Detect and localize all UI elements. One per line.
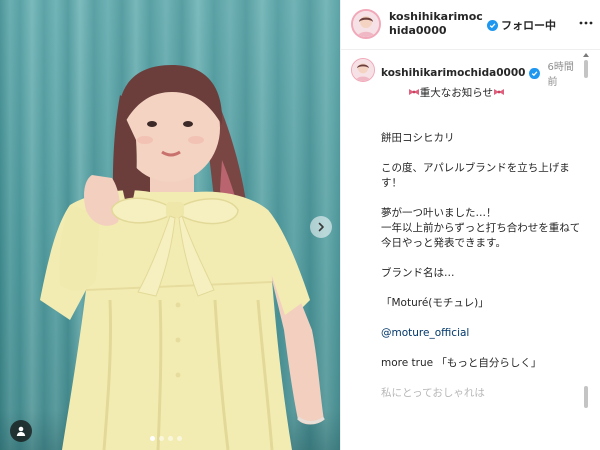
ribbon-emoji-icon xyxy=(494,89,504,95)
user-tag-button[interactable] xyxy=(10,420,32,442)
verified-badge-icon xyxy=(487,19,498,31)
caption-line: 「Moturé(モチュレ)」 xyxy=(381,297,489,309)
carousel-dot xyxy=(168,436,173,441)
caption-headline: 重大なお知らせ xyxy=(419,87,493,99)
carousel-dots xyxy=(150,436,182,441)
scroll-thumb[interactable] xyxy=(584,60,588,78)
caption-line: 私にとっておしゃれは xyxy=(381,387,485,399)
avatar[interactable] xyxy=(351,9,381,39)
post-photo[interactable] xyxy=(0,0,340,450)
caption-line: more true 「もっと自分らしく」 xyxy=(381,357,542,369)
header-username[interactable]: koshihikarimochida0000 xyxy=(389,10,483,38)
carousel-dot xyxy=(150,436,155,441)
scroll-thumb[interactable] xyxy=(584,386,588,408)
avatar-image xyxy=(353,11,379,37)
caption-line: ブランド名は… xyxy=(381,267,455,279)
carousel-dot xyxy=(159,436,164,441)
more-horizontal-icon[interactable] xyxy=(579,16,593,34)
post-sidebar: koshihikarimochida0000 フォロー中 koshihikari… xyxy=(340,0,600,450)
carousel-dot xyxy=(177,436,182,441)
follow-button[interactable]: フォロー中 xyxy=(501,17,556,33)
caption-scrollbar[interactable] xyxy=(582,53,590,446)
caption-line: この度、アパレルブランドを立ち上げます！ xyxy=(381,162,570,189)
brand-mention-link[interactable]: @moture_official xyxy=(381,326,583,341)
caption-avatar[interactable] xyxy=(351,58,375,82)
ribbon-emoji-icon xyxy=(408,89,419,95)
caption-name: 餅田コシヒカリ xyxy=(381,132,455,144)
chevron-right-icon xyxy=(318,222,324,232)
scroll-up-arrow-icon[interactable] xyxy=(582,52,590,58)
caption-text: 重大なお知らせ 餅田コシヒカリ この度、アパレルブランドを立ち上げます！ 夢が一… xyxy=(381,71,583,401)
follow-status[interactable]: フォロー中 xyxy=(487,17,556,33)
caption-line: 夢が一つ叶いました…！ 一年以上前からずっと打ち合わせを重ねて 今日やっと発表で… xyxy=(381,207,581,249)
avatar-image xyxy=(352,59,374,81)
post-caption-area: koshihikarimochida0000 6時間前 重大なお知らせ 餅田コシ… xyxy=(341,50,585,450)
caption-headline-row: 重大なお知らせ xyxy=(381,71,583,116)
post-header: koshihikarimochida0000 フォロー中 xyxy=(341,0,600,50)
carousel-next-button[interactable] xyxy=(310,216,332,238)
person-illustration xyxy=(40,65,325,450)
user-tag-icon xyxy=(16,426,26,436)
